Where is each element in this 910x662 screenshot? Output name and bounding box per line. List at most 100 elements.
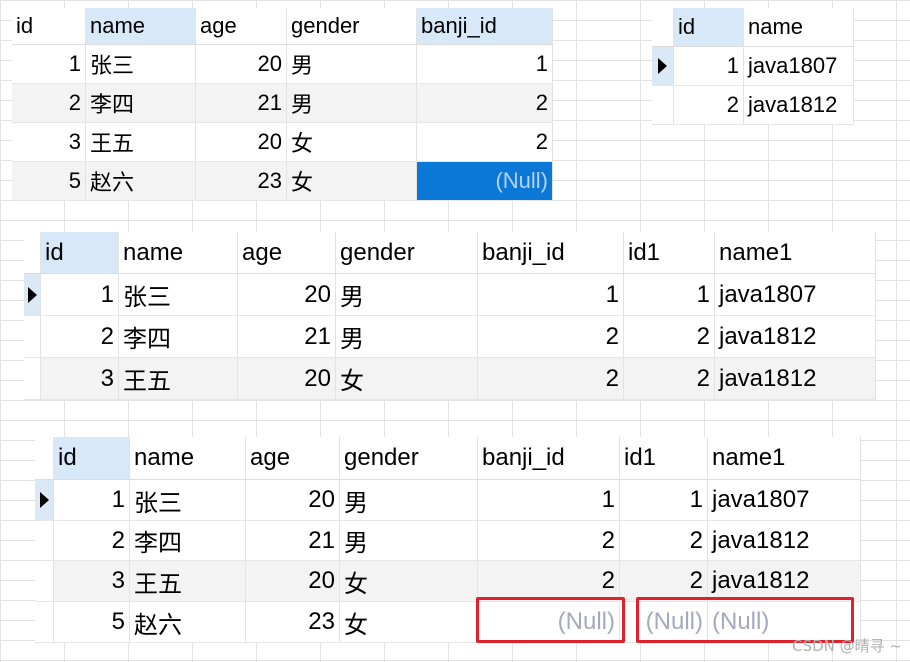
cell-id[interactable]: 2	[674, 86, 744, 124]
cell-gender[interactable]: 男	[336, 274, 478, 315]
column-header-name[interactable]: name	[119, 232, 238, 273]
cell-id1[interactable]: 2	[624, 316, 715, 357]
column-header-name1[interactable]: name1	[715, 232, 876, 273]
column-header-id[interactable]: id	[674, 8, 744, 46]
column-header-gender[interactable]: gender	[340, 437, 478, 479]
cell-banji-id[interactable]: 1	[478, 274, 624, 315]
cell-banji-id-null-selected[interactable]: (Null)	[417, 162, 553, 200]
table-row[interactable]: 3 王五 20 女 2	[12, 123, 553, 162]
column-header-age[interactable]: age	[196, 8, 287, 44]
cell-age[interactable]: 20	[238, 358, 336, 399]
cell-name[interactable]: 张三	[119, 274, 238, 315]
cell-id1[interactable]: 2	[620, 521, 708, 560]
cell-age[interactable]: 21	[196, 84, 287, 122]
table-row[interactable]: 1 张三 20 男 1 1 java1807	[35, 480, 861, 521]
cell-gender[interactable]: 女	[336, 358, 478, 399]
cell-id[interactable]: 3	[12, 123, 86, 161]
cell-gender[interactable]: 男	[336, 316, 478, 357]
column-header-id[interactable]: id	[12, 8, 86, 44]
cell-name[interactable]: 王五	[86, 123, 196, 161]
cell-banji-id[interactable]: 2	[478, 316, 624, 357]
column-header-gender[interactable]: gender	[336, 232, 478, 273]
cell-age[interactable]: 23	[196, 162, 287, 200]
cell-age[interactable]: 20	[196, 45, 287, 83]
cell-id[interactable]: 1	[41, 274, 119, 315]
column-header-name1[interactable]: name1	[708, 437, 861, 479]
cell-gender[interactable]: 女	[340, 602, 478, 642]
cell-gender[interactable]: 女	[287, 162, 417, 200]
cell-id[interactable]: 5	[54, 602, 130, 642]
cell-name[interactable]: 李四	[119, 316, 238, 357]
table-row[interactable]: 5 赵六 23 女 (Null)	[12, 162, 553, 201]
cell-id[interactable]: 3	[41, 358, 119, 399]
cell-banji-id[interactable]: 2	[478, 561, 620, 601]
cell-banji-id[interactable]: 1	[478, 480, 620, 520]
column-header-id[interactable]: id	[41, 232, 119, 273]
column-header-id1[interactable]: id1	[624, 232, 715, 273]
cell-name[interactable]: 王五	[130, 561, 246, 601]
table-row[interactable]: 2 李四 21 男 2 2 java1812	[35, 521, 861, 561]
cell-id[interactable]: 5	[12, 162, 86, 200]
cell-name1[interactable]: java1807	[715, 274, 876, 315]
cell-name[interactable]: 李四	[130, 521, 246, 560]
column-header-gender[interactable]: gender	[287, 8, 417, 44]
column-header-age[interactable]: age	[238, 232, 336, 273]
cell-banji-id[interactable]: 2	[417, 123, 553, 161]
cell-name[interactable]: java1807	[744, 47, 854, 85]
cell-banji-id[interactable]: 2	[417, 84, 553, 122]
column-header-age[interactable]: age	[246, 437, 340, 479]
cell-age[interactable]: 21	[246, 521, 340, 560]
cell-name[interactable]: 王五	[119, 358, 238, 399]
cell-name[interactable]: 张三	[86, 45, 196, 83]
table-row[interactable]: 1 张三 20 男 1	[12, 45, 553, 84]
cell-id1[interactable]: 1	[624, 274, 715, 315]
cell-id[interactable]: 1	[54, 480, 130, 520]
column-header-name[interactable]: name	[86, 8, 196, 44]
cell-id[interactable]: 1	[12, 45, 86, 83]
cell-banji-id[interactable]: 1	[417, 45, 553, 83]
column-header-name[interactable]: name	[130, 437, 246, 479]
cell-name1[interactable]: java1812	[715, 358, 876, 399]
cell-name1[interactable]: java1812	[715, 316, 876, 357]
cell-age[interactable]: 20	[246, 480, 340, 520]
cell-gender[interactable]: 男	[340, 480, 478, 520]
cell-age[interactable]: 20	[196, 123, 287, 161]
cell-name[interactable]: java1812	[744, 86, 854, 124]
cell-name[interactable]: 张三	[130, 480, 246, 520]
cell-id[interactable]: 2	[12, 84, 86, 122]
cell-id1[interactable]: 2	[624, 358, 715, 399]
cell-gender[interactable]: 男	[287, 84, 417, 122]
column-header-banji-id[interactable]: banji_id	[417, 8, 553, 44]
table-row[interactable]: 2 java1812	[652, 86, 854, 125]
table-row[interactable]: 1 张三 20 男 1 1 java1807	[24, 274, 876, 316]
table-row[interactable]: 1 java1807	[652, 47, 854, 86]
cell-gender[interactable]: 男	[287, 45, 417, 83]
cell-id1[interactable]: 1	[620, 480, 708, 520]
column-header-id[interactable]: id	[54, 437, 130, 479]
cell-gender[interactable]: 女	[340, 561, 478, 601]
cell-gender[interactable]: 女	[287, 123, 417, 161]
cell-id[interactable]: 2	[54, 521, 130, 560]
cell-name1[interactable]: java1812	[708, 521, 861, 560]
cell-name1[interactable]: java1812	[708, 561, 861, 601]
cell-age[interactable]: 21	[238, 316, 336, 357]
cell-name[interactable]: 赵六	[130, 602, 246, 642]
column-header-banji-id[interactable]: banji_id	[478, 232, 624, 273]
cell-name[interactable]: 李四	[86, 84, 196, 122]
table-row[interactable]: 2 李四 21 男 2 2 java1812	[24, 316, 876, 358]
cell-banji-id[interactable]: 2	[478, 358, 624, 399]
table-row[interactable]: 3 王五 20 女 2 2 java1812	[35, 561, 861, 602]
cell-age[interactable]: 23	[246, 602, 340, 642]
cell-age[interactable]: 20	[238, 274, 336, 315]
column-header-id1[interactable]: id1	[620, 437, 708, 479]
cell-id1[interactable]: 2	[620, 561, 708, 601]
cell-id[interactable]: 2	[41, 316, 119, 357]
cell-id[interactable]: 1	[674, 47, 744, 85]
table-row[interactable]: 2 李四 21 男 2	[12, 84, 553, 123]
column-header-name[interactable]: name	[744, 8, 854, 46]
cell-id[interactable]: 3	[54, 561, 130, 601]
table-row[interactable]: 3 王五 20 女 2 2 java1812	[24, 358, 876, 400]
cell-name[interactable]: 赵六	[86, 162, 196, 200]
cell-name1[interactable]: java1807	[708, 480, 861, 520]
cell-age[interactable]: 20	[246, 561, 340, 601]
